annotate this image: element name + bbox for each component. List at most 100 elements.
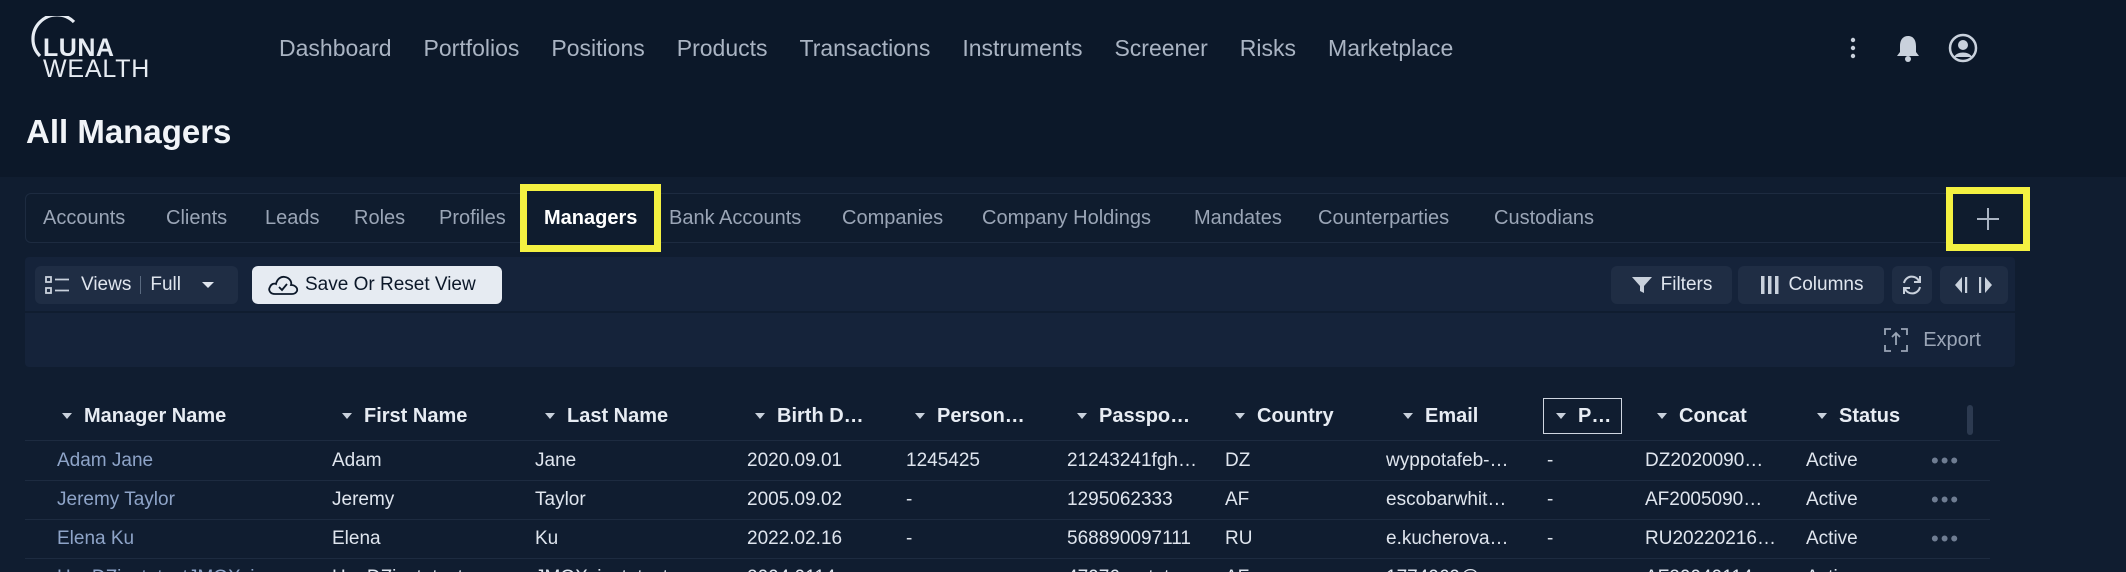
cell-last-name: Ku <box>535 528 559 549</box>
cell-concat: DZ2020090… <box>1645 450 1764 471</box>
tab-custodians[interactable]: Custodians <box>1494 194 1594 242</box>
top-bar: LUNA WEALTH Dashboard Portfolios Positio… <box>0 0 2126 98</box>
col-manager-name[interactable]: Manager Name <box>62 391 226 441</box>
cell-status: Active <box>1806 528 1858 549</box>
brand-logo[interactable]: LUNA WEALTH <box>24 16 154 82</box>
tab-bar: Accounts Clients Leads Roles Profiles Ma… <box>25 184 2015 252</box>
col-birth-date[interactable]: Birth D… <box>755 391 864 441</box>
row-actions-icon[interactable]: ••• <box>1931 559 1960 572</box>
cell-country: AF <box>1225 559 1375 572</box>
col-country[interactable]: Country <box>1235 391 1334 441</box>
toggle-panels-button[interactable] <box>1940 266 2008 304</box>
cell-birth-date: 2020.09.01 <box>747 450 843 471</box>
views-label: Views <box>81 274 132 295</box>
tab-accounts[interactable]: Accounts <box>43 194 125 242</box>
more-vertical-icon[interactable] <box>1835 30 1871 66</box>
cell-concat: AF2005090… <box>1645 489 1763 510</box>
nav-products[interactable]: Products <box>677 32 768 64</box>
user-circle-icon[interactable] <box>1945 30 1981 66</box>
tab-companies[interactable]: Companies <box>842 194 943 242</box>
nav-instruments[interactable]: Instruments <box>962 32 1082 64</box>
col-last-name[interactable]: Last Name <box>545 391 668 441</box>
cell-manager-name[interactable]: HuaDZjnstetestJMOXvi… <box>57 559 327 572</box>
cell-personal-id: - <box>906 559 1056 572</box>
sort-caret-icon <box>1403 413 1413 419</box>
col-p[interactable]: P… <box>1543 398 1623 434</box>
cell-manager-name[interactable]: Adam Jane <box>57 442 327 480</box>
row-actions-icon[interactable]: ••• <box>1931 481 1960 519</box>
cell-country: DZ <box>1225 450 1251 471</box>
export-label: Export <box>1923 328 1981 351</box>
filters-button[interactable]: Filters <box>1611 266 1732 304</box>
views-dropdown[interactable]: Views Full <box>35 266 238 304</box>
col-email[interactable]: Email <box>1403 391 1478 441</box>
sort-caret-icon <box>755 413 765 419</box>
cell-p: - <box>1547 559 1607 572</box>
cell-status: Active <box>1806 489 1858 510</box>
nav-transactions[interactable]: Transactions <box>800 32 931 64</box>
nav-screener[interactable]: Screener <box>1114 32 1207 64</box>
cell-first-name: HuaDZjnstetest… <box>332 559 527 572</box>
sort-caret-icon <box>915 413 925 419</box>
save-or-reset-view-button[interactable]: Save Or Reset View <box>252 266 502 304</box>
row-actions-icon[interactable]: ••• <box>1931 442 1960 480</box>
columns-button[interactable]: Columns <box>1738 266 1884 304</box>
cell-p: - <box>1547 489 1554 510</box>
cell-personal-id: - <box>906 528 913 549</box>
tab-counterparties[interactable]: Counterparties <box>1318 194 1449 242</box>
cell-last-name: Jane <box>535 450 577 471</box>
tab-clients[interactable]: Clients <box>166 194 227 242</box>
export-bar: Export <box>25 313 2015 367</box>
cell-passport: 568890097111 <box>1067 528 1191 549</box>
nav-dashboard[interactable]: Dashboard <box>279 32 392 64</box>
sort-caret-icon <box>62 413 72 419</box>
cell-email: e.kucherova… <box>1386 528 1509 549</box>
nav-positions[interactable]: Positions <box>551 32 644 64</box>
sort-caret-icon <box>342 413 352 419</box>
list-icon <box>45 276 69 294</box>
caret-down-icon <box>201 282 214 288</box>
save-or-reset-label: Save Or Reset View <box>305 274 476 295</box>
cell-passport: 1295062333 <box>1067 489 1173 510</box>
refresh-button[interactable] <box>1892 266 1932 304</box>
table-row[interactable]: Elena Ku Elena Ku 2022.02.16 - 568890097… <box>25 520 1990 559</box>
tab-bank-accounts[interactable]: Bank Accounts <box>669 194 801 242</box>
add-tab-button[interactable] <box>1946 187 2030 251</box>
col-concat[interactable]: Concat <box>1657 391 1747 441</box>
cell-first-name: Adam <box>332 450 382 471</box>
col-personal-id[interactable]: Person… <box>915 391 1025 441</box>
export-button[interactable]: Export <box>1883 327 1981 353</box>
columns-label: Columns <box>1788 274 1864 295</box>
brand-line2: WEALTH <box>43 55 151 83</box>
bell-icon[interactable] <box>1890 30 1926 66</box>
sort-caret-icon <box>545 413 555 419</box>
table-row[interactable]: HuaDZjnstetestJMOXvi… HuaDZjnstetest… JM… <box>25 559 1990 572</box>
cloud-icon <box>268 275 299 295</box>
col-first-name[interactable]: First Name <box>342 391 467 441</box>
grid-scrollbar[interactable] <box>1967 405 1973 435</box>
nav-portfolios[interactable]: Portfolios <box>424 32 520 64</box>
top-icons <box>1835 30 2000 66</box>
col-passport[interactable]: Passpo… <box>1077 391 1190 441</box>
cell-manager-name[interactable]: Jeremy Taylor <box>57 481 327 519</box>
cell-manager-name[interactable]: Elena Ku <box>57 520 327 558</box>
col-status[interactable]: Status <box>1817 391 1900 441</box>
tab-mandates[interactable]: Mandates <box>1194 194 1282 242</box>
cell-status: Active <box>1806 450 1858 471</box>
tab-managers[interactable]: Managers <box>520 184 662 252</box>
tab-leads[interactable]: Leads <box>265 194 320 242</box>
table-row[interactable]: Jeremy Taylor Jeremy Taylor 2005.09.02 -… <box>25 481 1990 520</box>
tab-roles[interactable]: Roles <box>354 194 405 242</box>
nav-marketplace[interactable]: Marketplace <box>1328 32 1453 64</box>
tab-company-holdings[interactable]: Company Holdings <box>982 194 1151 242</box>
tab-profiles[interactable]: Profiles <box>439 194 506 242</box>
table-row[interactable]: Adam Jane Adam Jane 2020.09.01 1245425 2… <box>25 442 1990 481</box>
cell-status: Active <box>1806 559 1916 572</box>
nav-risks[interactable]: Risks <box>1240 32 1296 64</box>
row-actions-icon[interactable]: ••• <box>1931 520 1960 558</box>
cell-personal-id: 1245425 <box>906 450 980 471</box>
sort-caret-icon <box>1235 413 1245 419</box>
cell-first-name: Jeremy <box>332 489 395 510</box>
cell-birth-date: 2022.02.16 <box>747 528 843 549</box>
content-panel: Accounts Clients Leads Roles Profiles Ma… <box>0 177 2126 572</box>
